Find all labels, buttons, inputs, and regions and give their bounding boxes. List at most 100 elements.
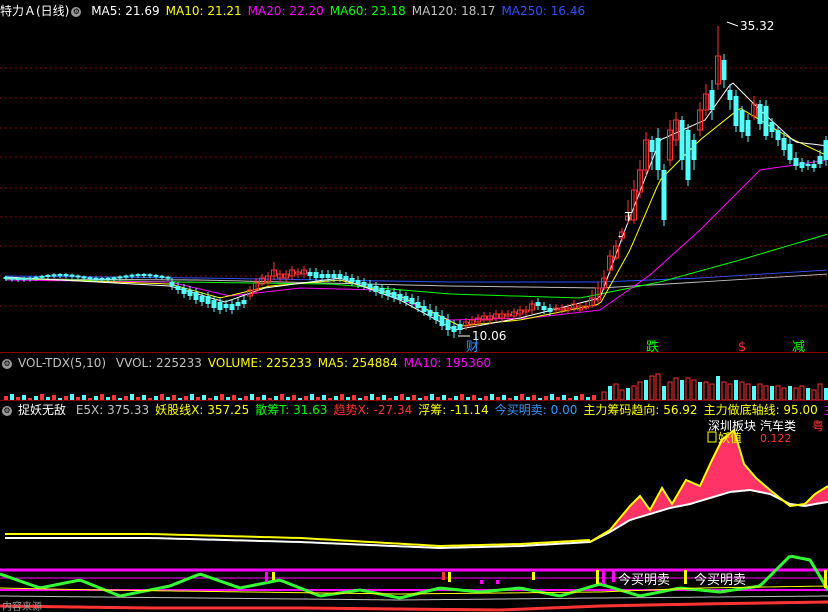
yao-value: 0.122 (760, 432, 792, 445)
volume-bar (619, 389, 625, 400)
candle-body (313, 272, 319, 278)
candle-body (367, 284, 373, 288)
ma-value-1: MA10: 21.21 (165, 4, 242, 18)
indicator-value-5: 今买明卖: 0.00 (494, 403, 578, 417)
indicator-value-8: 主力做大底 (824, 403, 828, 417)
volume-bar (655, 373, 661, 400)
candle-body (781, 138, 787, 150)
signal-marker-2: $ (738, 340, 746, 352)
candle-body (33, 276, 39, 279)
candle-body (319, 274, 325, 278)
candle-body (397, 294, 403, 300)
candle-body (169, 282, 175, 286)
candle-body (57, 274, 63, 277)
candle-body (349, 278, 355, 282)
candle-body (757, 104, 763, 124)
volume-bar (698, 382, 702, 400)
ma-value-2: MA20: 22.20 (247, 4, 324, 18)
candle-body (439, 316, 445, 326)
candle-body (385, 290, 391, 296)
candle-body (391, 292, 397, 298)
volume-bar (691, 379, 697, 400)
buy-sell-label: 今买明卖 (618, 572, 670, 588)
candle-body (211, 300, 217, 308)
candle-body (763, 106, 769, 136)
candle-body (739, 110, 745, 132)
volume-bar (799, 385, 805, 400)
candle-body (415, 302, 421, 308)
volume-title: VOL-TDX(5,10) (18, 356, 107, 370)
high-label: 35.32 (740, 20, 774, 33)
candle-body (661, 170, 667, 220)
candle-body (99, 277, 105, 280)
candle-body (87, 277, 93, 280)
volume-bar (716, 376, 720, 400)
indicator-value-4: 浮筹: -11.14 (418, 403, 489, 417)
volume-header: ⚙ VOL-TDX(5,10) VVOL: 225233 VOLUME: 22523… (0, 354, 828, 372)
candle-body (403, 296, 409, 302)
candle-body (817, 156, 823, 164)
signal-marker-1: 跌 (646, 339, 659, 352)
candle-body (229, 304, 235, 310)
signal-bar (265, 572, 268, 582)
settings-icon[interactable]: ⚙ (2, 358, 12, 369)
candle-body (223, 304, 229, 308)
candle-body (409, 298, 415, 304)
indicator-value-2: 散筹T: 31.63 (255, 403, 328, 417)
settings-icon[interactable]: ⚙ (71, 6, 82, 17)
candlestick-chart[interactable]: 35.3210.06T-财跌 $ 减 (0, 20, 828, 352)
volume-value-2: MA5: 254884 (317, 356, 398, 370)
volume-bar (817, 383, 823, 400)
indicator-value-0: E5X: 375.33 (75, 403, 150, 417)
volume-bar (734, 380, 738, 400)
yao-box (707, 431, 717, 443)
volume-bar (811, 389, 817, 400)
volume-bar (601, 391, 607, 400)
red-oscillator (0, 600, 828, 612)
volume-bar (781, 387, 787, 400)
volume-bar (644, 380, 648, 400)
volume-bar (680, 380, 684, 400)
candle-body (775, 130, 781, 140)
candle-body (9, 277, 15, 280)
yao-area (590, 430, 828, 542)
indicator-chart[interactable]: 深圳板块 汽车类 粤妖值 0.122今买明卖 今买明卖内容来源 (0, 420, 828, 612)
volume-bar (770, 386, 774, 400)
candle-body (3, 276, 9, 279)
candle-body (199, 296, 205, 302)
signal-bar (684, 570, 687, 584)
candle-body (39, 275, 45, 278)
candle-body (141, 274, 147, 277)
candle-body (81, 276, 87, 279)
candle-body (307, 272, 313, 276)
candle-body (205, 296, 211, 304)
candle-body (733, 96, 739, 126)
candle-body (193, 292, 199, 300)
candle-body (159, 275, 165, 278)
e5x-line (5, 488, 828, 549)
volume-value-3: MA10: 195360 (403, 356, 492, 370)
watermark-label: 内容来源 (2, 600, 42, 612)
candle-body (691, 140, 697, 160)
candle-body (129, 274, 135, 277)
signal-bar (602, 570, 605, 584)
candle-body (823, 140, 828, 160)
volume-value-0: VVOL: 225233 (115, 356, 202, 370)
volume-bar (793, 387, 799, 400)
candle-body (93, 277, 99, 280)
candle-body (379, 288, 385, 294)
signal-bar (442, 572, 445, 580)
settings-icon[interactable]: ⚙ (2, 405, 12, 416)
volume-bar (788, 386, 792, 400)
signal-bar (596, 570, 599, 584)
volume-bar (824, 388, 828, 400)
candle-body (175, 286, 181, 290)
ma-value-3: MA60: 23.18 (329, 4, 406, 18)
signal-marker-0: 财 (466, 340, 479, 352)
candle-body (217, 302, 223, 310)
candle-body (811, 164, 817, 168)
volume-chart[interactable] (0, 372, 828, 400)
volume-bar (667, 381, 673, 400)
candle-body (69, 274, 75, 277)
volume-bar (631, 385, 637, 400)
